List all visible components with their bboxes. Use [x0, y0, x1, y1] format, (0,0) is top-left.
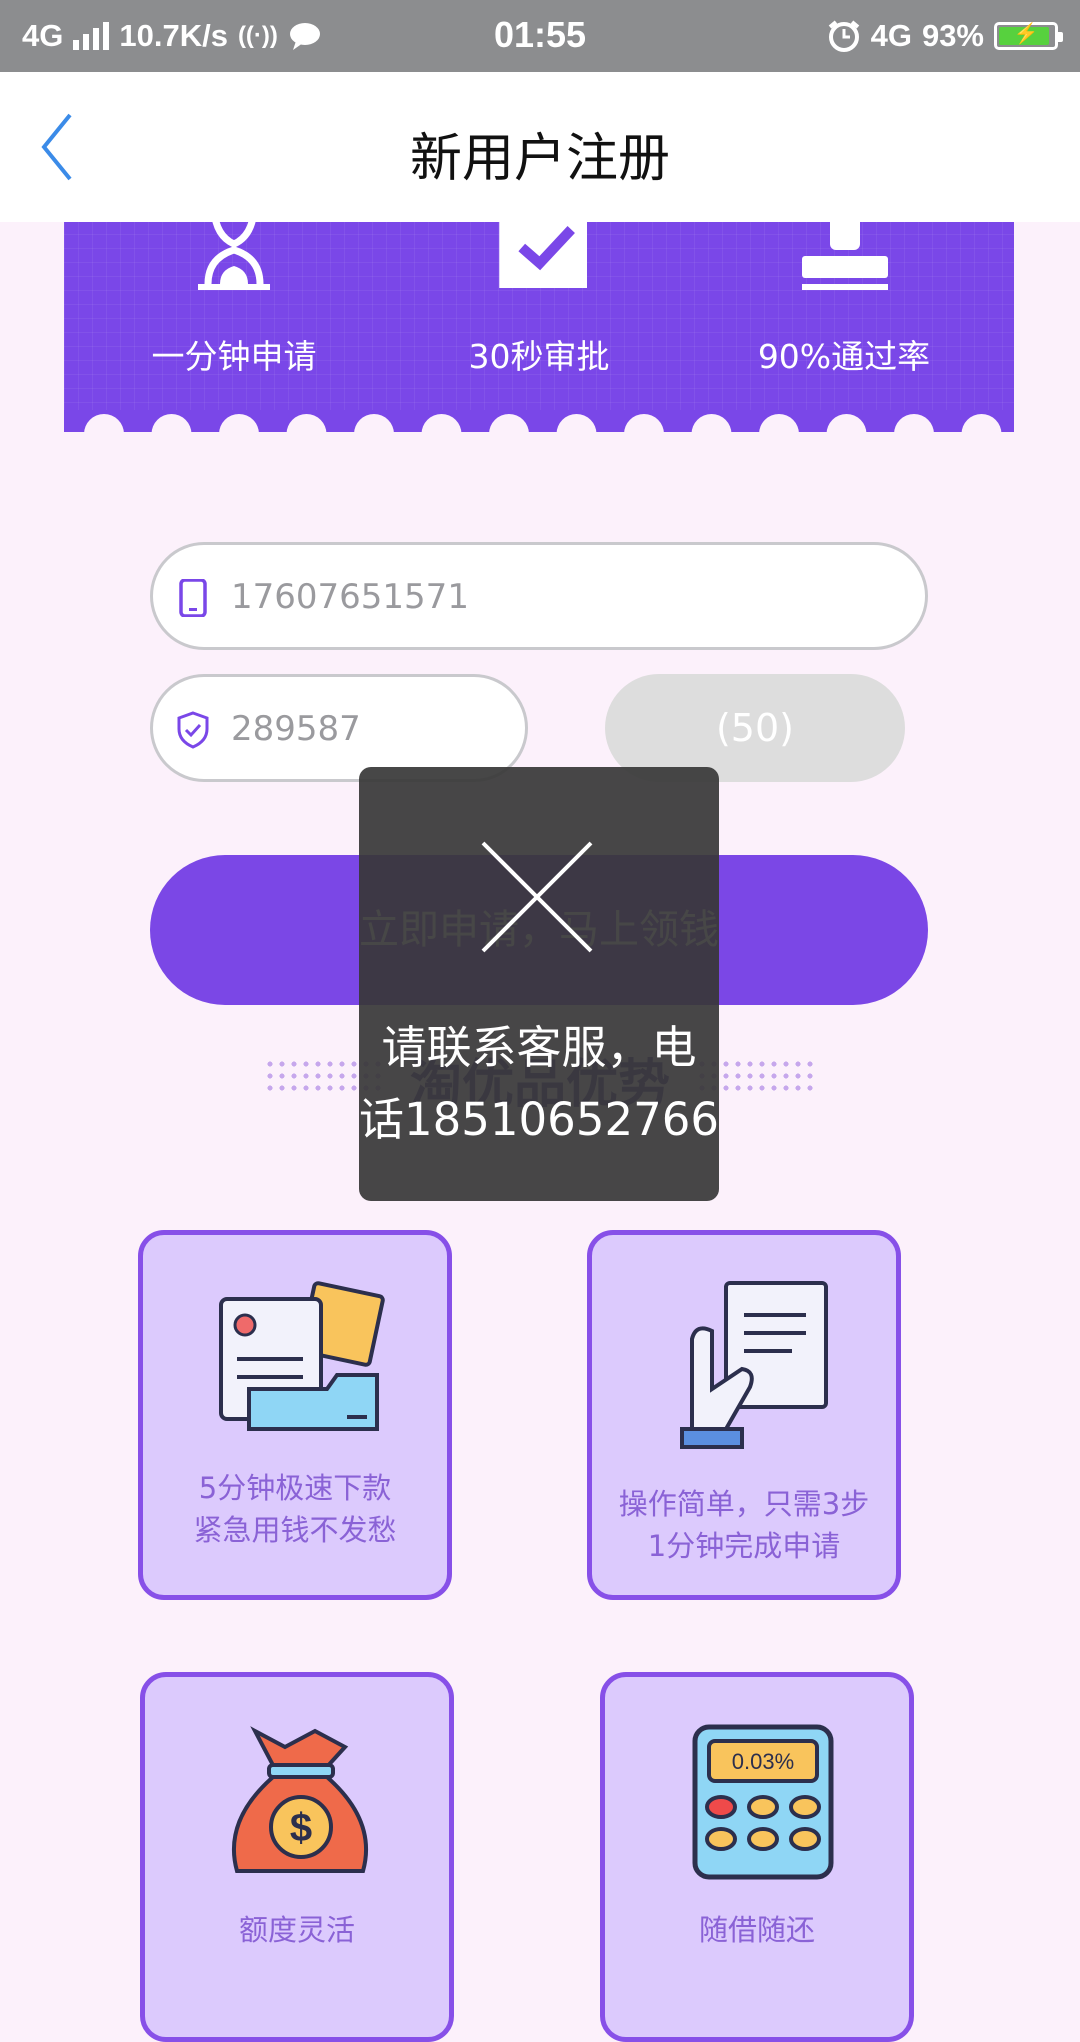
alarm-icon — [828, 20, 859, 52]
hourglass-icon — [198, 210, 270, 290]
toast-message: 请联系客服，电 话18510652766 — [359, 1012, 719, 1156]
network-label: 4G — [22, 18, 64, 53]
money-bag-icon: $ — [232, 1726, 368, 1873]
page-title: 新用户注册 — [409, 129, 670, 189]
signal-icon — [73, 22, 110, 50]
app-header: 新用户注册 — [0, 72, 1080, 222]
verification-code-field[interactable]: 289587 — [150, 674, 528, 782]
advantage-card: $ 额度灵活 — [140, 1672, 454, 2042]
hand-document-icon — [680, 1281, 828, 1449]
shield-check-icon — [177, 711, 209, 749]
phone-icon — [179, 579, 207, 617]
documents-folder-icon — [219, 1281, 385, 1431]
network-label-right: 4G — [870, 18, 912, 53]
advantage-card: 操作简单，只需3步 1分钟完成申请 — [587, 1230, 901, 1600]
network-speed: 10.7K/s — [119, 18, 228, 53]
banner-scalloped-edge — [64, 410, 1014, 440]
status-bar: 4G 10.7K/s ((·)) 01:55 4G 93% ⚡ — [0, 0, 1080, 72]
card-text-line2: 紧急用钱不发愁 — [193, 1513, 397, 1547]
phone-field[interactable]: 17607651571 — [150, 542, 928, 650]
card-text-line1: 随借随还 — [698, 1913, 815, 1947]
hotspot-icon: ((·)) — [237, 22, 278, 49]
calculator-display: 0.03% — [732, 1749, 794, 1774]
feature-label: 90%通过率 — [757, 337, 931, 376]
svg-text:$: $ — [290, 1806, 312, 1850]
code-value: 289587 — [231, 709, 361, 749]
advantage-card: 0.03% 随借随还 — [600, 1672, 914, 2042]
advantage-card: 5分钟极速下款 紧急用钱不发愁 — [138, 1230, 452, 1600]
error-toast: 请联系客服，电 话18510652766 — [359, 767, 719, 1201]
get-code-button[interactable]: (50) — [605, 674, 905, 782]
feature-label: 一分钟申请 — [151, 337, 317, 376]
close-icon — [481, 841, 593, 953]
battery-icon: ⚡ — [994, 22, 1063, 50]
card-text-line1: 操作简单，只需3步 — [618, 1487, 870, 1521]
card-text-line2: 1分钟完成申请 — [647, 1529, 841, 1563]
calculator-icon: 0.03% — [692, 1724, 834, 1880]
toast-line2: 话18510652766 — [359, 1093, 719, 1146]
battery-percent: 93% — [921, 18, 984, 53]
message-icon — [289, 23, 320, 50]
card-text-line1: 额度灵活 — [238, 1913, 355, 1947]
phone-value: 17607651571 — [231, 577, 469, 617]
card-text-line1: 5分钟极速下款 — [198, 1471, 392, 1505]
feature-label: 30秒审批 — [468, 337, 610, 376]
toast-line1: 请联系客服，电 — [381, 1021, 697, 1074]
stamp-icon — [802, 210, 888, 290]
